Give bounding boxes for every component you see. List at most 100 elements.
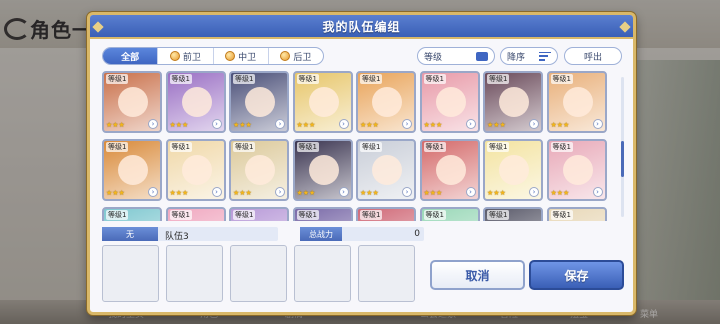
star-rating: ★★★ — [550, 121, 570, 129]
tab-front[interactable]: 前卫 — [157, 48, 212, 64]
team-name: 队伍3 — [165, 232, 189, 242]
character-portrait — [562, 87, 593, 117]
character-card[interactable]: 等级1★★★› — [546, 207, 607, 221]
star-rating: ★★★ — [487, 121, 506, 129]
tab-back[interactable]: 后卫 — [267, 48, 323, 64]
character-card[interactable]: 等级1★★★› — [483, 71, 543, 133]
star-rating: ★★★ — [296, 121, 316, 129]
star-rating: ★★★ — [106, 121, 125, 129]
star-rating: ★★★ — [233, 121, 252, 129]
character-portrait — [308, 87, 339, 117]
character-grid: 等级1 ★★★ › 等级1 ★★★ › 等级1 ★★★ › 等级1 ★★★ › 等级1 ★★★ › 等级1 ★★… — [102, 71, 624, 221]
character-level: 等级1 — [296, 210, 319, 220]
chevron-right-icon: › — [275, 187, 285, 197]
sort-lines-icon — [539, 51, 551, 61]
character-card[interactable]: 等级1★★★› — [419, 71, 480, 133]
character-card[interactable]: 等级1 ★★★ › — [229, 71, 289, 133]
team-slot[interactable] — [358, 245, 415, 302]
character-card[interactable]: 等级1★★★› — [229, 207, 289, 221]
character-list: 等级1 ★★★ › 等级1 ★★★ › 等级1 ★★★ › 等级1 ★★★ › 等级1 ★★★ › 等级1 ★★… — [102, 71, 624, 221]
chevron-right-icon: › — [465, 119, 476, 129]
sort-order-button[interactable]: 降序 — [500, 47, 558, 65]
character-card[interactable]: 等级1★★★› — [292, 71, 353, 133]
character-portrait — [181, 87, 212, 117]
character-card[interactable]: 等级1★★★› — [546, 71, 607, 133]
character-card[interactable]: 等级1★★★› — [165, 207, 226, 221]
character-level: 等级1 — [169, 210, 192, 220]
character-card[interactable]: 等级1★★★› — [229, 139, 289, 201]
chevron-right-icon: › — [148, 119, 158, 129]
chevron-right-icon: › — [275, 119, 285, 129]
role-middle-icon — [225, 51, 236, 61]
character-level: 等级1 — [550, 210, 573, 220]
character-card[interactable]: 等级1★★★› — [483, 207, 543, 221]
character-card[interactable]: 等级1★★★› — [546, 139, 607, 201]
chevron-right-icon: › — [148, 187, 158, 197]
tab-middle[interactable]: 中卫 — [212, 48, 268, 64]
character-level: 等级1 — [487, 142, 510, 152]
team-tag: 无 — [102, 227, 158, 241]
call-button[interactable]: 呼出 — [564, 47, 622, 65]
chevron-right-icon: › — [465, 187, 476, 197]
level-label: 等级 — [424, 52, 443, 63]
team-slot[interactable] — [166, 245, 223, 302]
character-level: 等级1 — [360, 142, 383, 152]
character-card[interactable]: 等级1 ★★★ › — [102, 139, 162, 201]
save-button[interactable]: 保存 — [529, 260, 624, 290]
chevron-right-icon: › — [211, 187, 222, 197]
tab-label: 全部 — [121, 52, 140, 63]
character-card[interactable]: 等级1★★★› — [483, 139, 543, 201]
character-portrait — [308, 155, 339, 185]
character-level: 等级1 — [169, 74, 192, 84]
character-portrait — [562, 155, 593, 185]
character-card[interactable]: 等级1★★★› — [419, 207, 480, 221]
character-level: 等级1 — [423, 74, 446, 84]
character-list-scrollbar[interactable] — [621, 77, 624, 217]
character-card[interactable]: 等级1★★★› — [102, 207, 162, 221]
chevron-right-icon: › — [529, 119, 539, 129]
chevron-right-icon: › — [592, 187, 603, 197]
role-back-icon — [280, 51, 291, 61]
tab-label: 中卫 — [238, 52, 257, 63]
character-level: 等级1 — [106, 142, 129, 152]
character-card[interactable]: 等级1 ★★★ › — [102, 71, 162, 133]
team-info-bar: 无 队伍3 — [102, 227, 278, 242]
diamond-ornament-icon — [619, 21, 631, 33]
character-portrait — [499, 155, 529, 185]
team-slot[interactable] — [230, 245, 287, 302]
tab-label: 后卫 — [293, 52, 312, 63]
character-portrait — [372, 155, 402, 185]
chevron-right-icon: › — [338, 187, 349, 197]
character-card[interactable]: 等级1★★★› — [165, 139, 226, 201]
character-portrait — [118, 87, 148, 117]
tab-label: 前卫 — [182, 52, 201, 63]
character-level: 等级1 — [106, 74, 129, 84]
character-card[interactable]: 等级1★★★› — [356, 71, 416, 133]
scrollbar-thumb[interactable] — [621, 141, 624, 177]
character-level: 等级1 — [233, 74, 256, 84]
team-slot[interactable] — [102, 245, 159, 302]
character-card[interactable]: 等级1★★★› — [356, 139, 416, 201]
character-level: 等级1 — [296, 142, 319, 152]
cancel-button[interactable]: 取消 — [430, 260, 525, 290]
view-toggle-icon — [476, 51, 488, 61]
star-rating: ★★★ — [360, 121, 379, 129]
level-filter-button[interactable]: 等级 — [417, 47, 495, 65]
character-level: 等级1 — [296, 74, 319, 84]
character-card[interactable]: 等级1★★★› — [356, 207, 416, 221]
character-portrait — [181, 155, 212, 185]
character-level: 等级1 — [233, 210, 256, 220]
star-rating: ★★★ — [169, 121, 189, 129]
chevron-right-icon: › — [402, 187, 412, 197]
tab-all[interactable]: 全部 — [103, 48, 158, 64]
star-rating: ★★★ — [296, 189, 316, 197]
team-slot[interactable] — [294, 245, 351, 302]
character-card[interactable]: 等级1 ★★★ › — [292, 139, 353, 201]
character-portrait — [499, 87, 529, 117]
character-portrait — [435, 155, 466, 185]
character-level: 等级1 — [233, 142, 256, 152]
character-card[interactable]: 等级1★★★› — [165, 71, 226, 133]
character-card[interactable]: 等级1★★★› — [419, 139, 480, 201]
star-rating: ★★★ — [106, 189, 125, 197]
character-card[interactable]: 等级1★★★› — [292, 207, 353, 221]
